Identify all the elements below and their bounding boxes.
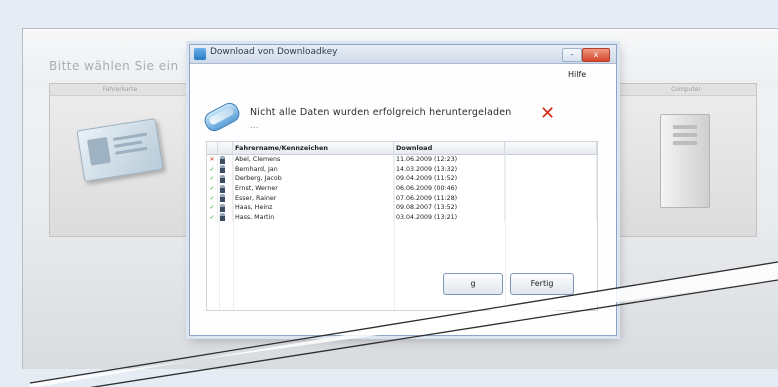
download-date: 03.04.2009 (13:21) xyxy=(393,212,505,223)
table-row[interactable]: ✓ Ernst, Werner 06.06.2009 (00:46) xyxy=(207,183,597,194)
driver-card-option[interactable]: Fahrerkarte xyxy=(49,83,191,237)
check-status-icon: ✓ xyxy=(207,183,218,194)
driver-icon xyxy=(220,213,225,222)
fertig-button[interactable]: Fertig xyxy=(510,273,574,295)
column-download[interactable]: Download xyxy=(393,142,505,155)
download-date: 11.06.2009 (12:23) xyxy=(393,154,505,165)
driver-icon xyxy=(220,174,225,183)
dialog-title: Download von Downloadkey xyxy=(210,47,338,57)
dialog-titlebar[interactable]: Download von Downloadkey - x xyxy=(190,45,616,64)
driver-name: Abel, Clemens xyxy=(232,154,394,165)
column-status[interactable] xyxy=(207,142,218,155)
driver-icon xyxy=(220,184,225,193)
driver-card-icon xyxy=(76,118,164,182)
error-icon: ✕ xyxy=(540,103,556,124)
table-row[interactable]: ✕ Abel, Clemens 11.06.2009 (12:23) xyxy=(207,154,597,165)
table-row[interactable]: ✓ Haas, Heinz 09.08.2007 (13:52) xyxy=(207,202,597,213)
close-button[interactable]: x xyxy=(582,48,610,62)
driver-name: Esser, Rainer xyxy=(232,193,394,203)
table-row[interactable]: ✓ Derberg, Jacob 09.04.2009 (11:52) xyxy=(207,174,597,184)
driver-card-title: Fahrerkarte xyxy=(50,84,190,96)
driver-icon xyxy=(220,165,225,174)
computer-icon xyxy=(660,114,710,208)
table-row[interactable]: ✓ Bernhard, Jan 14.03.2009 (13:32) xyxy=(207,164,597,175)
minimize-button[interactable]: - xyxy=(562,48,582,62)
download-date: 06.06.2009 (00:46) xyxy=(393,183,505,194)
selection-prompt: Bitte wählen Sie ein xyxy=(49,59,179,73)
download-date: 09.08.2007 (13:52) xyxy=(393,202,505,213)
driver-icon xyxy=(220,194,225,203)
check-status-icon: ✓ xyxy=(207,164,218,175)
check-status-icon: ✓ xyxy=(207,174,218,184)
status-message: Nicht alle Daten wurden erfolgreich heru… xyxy=(250,107,512,118)
driver-name: Haas, Heinz xyxy=(232,202,394,213)
download-dialog: Download von Downloadkey - x Hilfe Nicht… xyxy=(189,44,617,336)
table-row[interactable]: ✓ Esser, Rainer 07.06.2009 (11:28) xyxy=(207,193,597,203)
driver-icon xyxy=(220,203,225,212)
driver-name: Bernhard, Jan xyxy=(232,164,394,175)
computer-option[interactable]: Computer xyxy=(615,83,757,237)
check-status-icon: ✓ xyxy=(207,212,218,223)
check-status-icon: ✓ xyxy=(207,193,218,203)
left-button[interactable]: g xyxy=(443,273,503,295)
driver-name: Derberg, Jacob xyxy=(232,174,394,184)
computer-title: Computer xyxy=(616,84,756,96)
download-key-icon xyxy=(201,99,243,135)
status-message-detail: ... xyxy=(250,121,259,131)
driver-name: Ernst, Werner xyxy=(232,183,394,194)
driver-icon xyxy=(220,155,225,164)
driver-name: Hass, Martin xyxy=(232,212,394,223)
table-row[interactable]: ✓ Hass, Martin 03.04.2009 (13:21) xyxy=(207,212,597,223)
download-date: 14.03.2009 (13:32) xyxy=(393,164,505,175)
menu-help[interactable]: Hilfe xyxy=(568,70,586,79)
app-icon xyxy=(194,48,206,60)
column-name[interactable]: Fahrername/Kennzeichen xyxy=(232,142,394,155)
download-date: 07.06.2009 (11:28) xyxy=(393,193,505,203)
error-status-icon: ✕ xyxy=(207,154,218,165)
check-status-icon: ✓ xyxy=(207,202,218,213)
column-empty xyxy=(504,142,597,155)
download-date: 09.04.2009 (11:52) xyxy=(393,174,505,184)
